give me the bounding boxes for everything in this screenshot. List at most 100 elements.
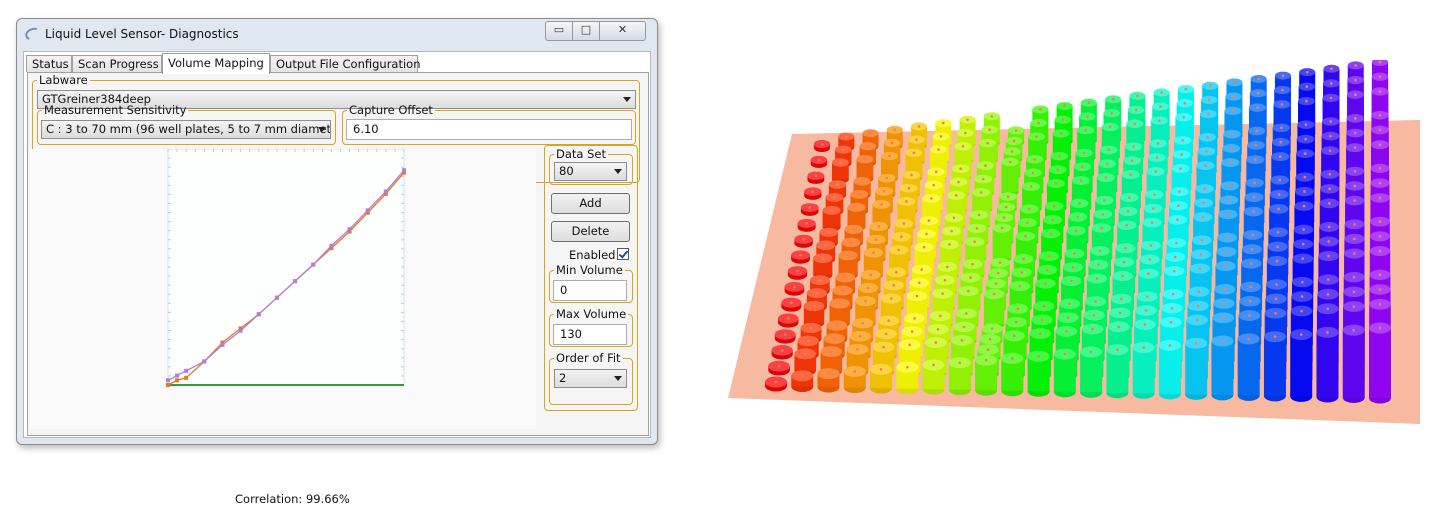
- minimize-button[interactable]: ▭: [545, 21, 573, 41]
- chevron-down-icon: [318, 127, 326, 132]
- tab-status[interactable]: Status: [26, 55, 72, 72]
- data-point: [238, 328, 243, 333]
- plot-area: [167, 148, 405, 386]
- data-point: [329, 243, 334, 248]
- volume-fit-chart: [166, 148, 406, 387]
- well-cylinder: [787, 266, 808, 280]
- well-cylinder: [817, 368, 840, 393]
- data-set-label: Data Set: [556, 147, 606, 161]
- close-button[interactable]: ✕: [599, 21, 646, 41]
- enabled-checkbox[interactable]: [617, 248, 629, 260]
- volume-mapping-panel: Labware GTGreiner384deep Measurement Sen…: [27, 72, 649, 506]
- well-cylinder: [774, 329, 796, 344]
- data-point: [220, 342, 225, 347]
- well-cylinder: [1342, 324, 1365, 403]
- well-cylinder: [1185, 337, 1208, 400]
- well-cylinder: [814, 140, 830, 152]
- well-cylinder: [778, 313, 799, 328]
- client-area: Status Scan Progress Volume Mapping Outp…: [23, 51, 651, 506]
- well-cylinder: [791, 370, 814, 393]
- delete-button[interactable]: Delete: [551, 221, 630, 242]
- data-point: [311, 262, 316, 267]
- max-volume-label: Max Volume: [556, 307, 627, 321]
- well-cylinder: [1290, 329, 1313, 402]
- well-cylinder: [1106, 344, 1129, 399]
- chevron-down-icon: [623, 97, 631, 102]
- well-cylinder: [1001, 157, 1019, 197]
- title-bar[interactable]: Liquid Level Sensor- Diagnostics ▭ □ ✕: [17, 19, 657, 47]
- data-point: [402, 168, 406, 173]
- well-cylinder: [781, 297, 802, 312]
- tab-output-file-configuration[interactable]: Output File Configuration: [270, 55, 421, 72]
- diagnostics-window: Liquid Level Sensor- Diagnostics ▭ □ ✕ S…: [16, 18, 658, 506]
- measurement-sensitivity-value: C : 3 to 70 mm (96 well plates, 5 to 7 m…: [46, 122, 330, 136]
- enabled-label: Enabled: [569, 248, 616, 262]
- data-point: [175, 378, 180, 383]
- data-point: [293, 279, 298, 284]
- well-cylinder: [1053, 348, 1076, 398]
- max-volume-input[interactable]: 130: [553, 324, 627, 345]
- well-cylinder: [1316, 326, 1339, 403]
- well-cylinder: [1237, 333, 1260, 401]
- labware-label: Labware: [39, 73, 88, 87]
- well-cylinder: [810, 155, 828, 168]
- window-title: Liquid Level Sensor- Diagnostics: [45, 27, 239, 41]
- well-cylinder: [1158, 339, 1181, 400]
- well-cylinder: [831, 158, 849, 184]
- well-cylinder: [794, 234, 813, 248]
- chevron-down-icon: [614, 169, 622, 174]
- well-cylinder: [771, 344, 793, 360]
- data-point: [175, 373, 180, 378]
- data-set-combo[interactable]: 80: [554, 162, 627, 181]
- data-point: [365, 208, 370, 213]
- well-cylinder: [765, 376, 787, 392]
- well-cylinder: [791, 250, 810, 264]
- correlation-label: Correlation: 99.66%: [235, 492, 350, 506]
- well-cylinder: [922, 359, 945, 395]
- plate-3d-svg: [728, 58, 1420, 424]
- well-cylinder: [870, 363, 893, 394]
- order-of-fit-label: Order of Fit: [556, 351, 621, 365]
- data-point: [274, 295, 279, 300]
- add-button[interactable]: Add: [551, 193, 630, 214]
- well-cylinder: [1369, 322, 1391, 404]
- well-cylinder: [800, 203, 819, 216]
- well-cylinder: [992, 223, 1012, 263]
- well-cylinder: [1001, 352, 1024, 397]
- well-cylinder: [1080, 346, 1103, 398]
- data-point: [347, 227, 352, 232]
- plate-3d-view: [728, 58, 1428, 480]
- data-point: [166, 378, 170, 383]
- well-cylinder: [896, 361, 919, 395]
- tab-volume-mapping[interactable]: Volume Mapping: [162, 53, 270, 74]
- app-icon: [23, 25, 43, 43]
- well-cylinder: [1211, 335, 1234, 401]
- volume-chart-area: Correlation: 99.66%: [30, 148, 536, 506]
- data-point: [184, 368, 189, 373]
- data-point: [256, 312, 261, 317]
- well-cylinder: [948, 357, 971, 396]
- well-cylinder: [975, 354, 998, 396]
- well-cylinder: [983, 289, 1005, 330]
- min-volume-input[interactable]: 0: [553, 280, 627, 301]
- well-cylinder: [804, 187, 822, 200]
- data-point: [383, 189, 388, 194]
- data-point: [166, 383, 170, 387]
- order-of-fit-combo[interactable]: 2: [554, 369, 627, 388]
- well-cylinder: [822, 205, 841, 232]
- well-cylinder: [768, 360, 790, 376]
- maximize-button[interactable]: □: [572, 21, 600, 41]
- well-cylinder: [843, 365, 866, 394]
- data-point: [202, 359, 207, 364]
- well-cylinder: [1027, 350, 1050, 397]
- chevron-down-icon: [614, 376, 622, 381]
- well-cylinder: [807, 171, 825, 184]
- tab-scan-progress[interactable]: Scan Progress: [72, 55, 162, 72]
- capture-offset-input[interactable]: 6.10: [346, 119, 632, 140]
- measurement-sensitivity-combo[interactable]: C : 3 to 70 mm (96 well plates, 5 to 7 m…: [41, 120, 331, 139]
- measurement-sensitivity-label: Measurement Sensitivity: [44, 103, 187, 117]
- data-point: [184, 375, 189, 380]
- min-volume-label: Min Volume: [556, 263, 623, 277]
- capture-offset-label: Capture Offset: [349, 103, 433, 117]
- well-cylinder: [797, 218, 816, 232]
